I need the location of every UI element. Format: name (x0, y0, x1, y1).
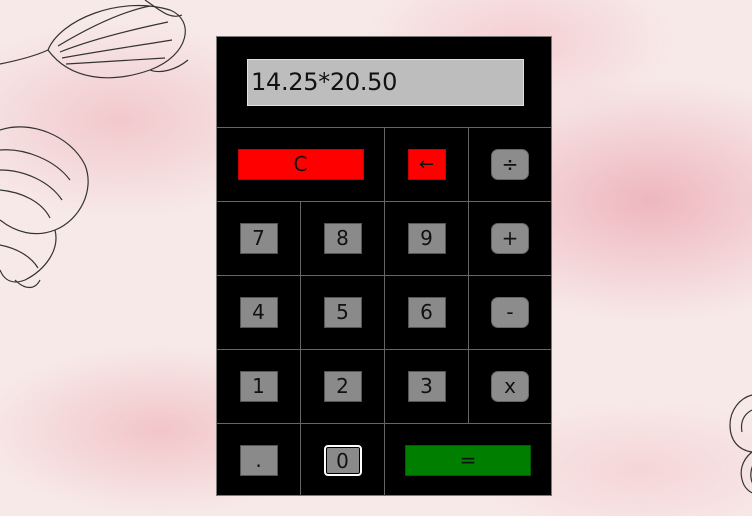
display-area: 14.25*20.50 (217, 37, 551, 128)
backspace-button[interactable]: ← (407, 149, 446, 180)
digit-9-button[interactable]: 9 (407, 223, 446, 254)
keypad-cell: ÷ (469, 128, 551, 202)
keypad-cell: 1 (217, 350, 301, 424)
keypad-cell: 6 (385, 276, 469, 350)
digit-6-button[interactable]: 6 (407, 297, 446, 328)
flower-illustration-bottom-right (729, 394, 752, 494)
clear-button[interactable]: C (237, 149, 364, 180)
keypad-cell: = (385, 424, 551, 496)
keypad-cell: 4 (217, 276, 301, 350)
flower-illustration-top-left (0, 0, 189, 79)
calculator: 14.25*20.50 C ← ÷ 7 8 9 + 4 5 6 - 1 2 3 … (216, 36, 552, 496)
expression-display[interactable]: 14.25*20.50 (247, 59, 524, 106)
keypad-cell: 5 (301, 276, 385, 350)
keypad-cell: - (469, 276, 551, 350)
digit-5-button[interactable]: 5 (323, 297, 362, 328)
keypad-cell: 3 (385, 350, 469, 424)
keypad-cell: . (217, 424, 301, 496)
digit-4-button[interactable]: 4 (239, 297, 278, 328)
add-button[interactable]: + (491, 223, 529, 254)
keypad-cell: 7 (217, 202, 301, 276)
keypad-cell: 9 (385, 202, 469, 276)
digit-2-button[interactable]: 2 (323, 371, 362, 402)
digit-8-button[interactable]: 8 (323, 223, 362, 254)
subtract-button[interactable]: - (491, 297, 529, 328)
digit-1-button[interactable]: 1 (239, 371, 278, 402)
digit-0-button[interactable]: 0 (323, 444, 362, 476)
keypad-cell: C (217, 128, 385, 202)
keypad-cell: + (469, 202, 551, 276)
keypad-cell: ← (385, 128, 469, 202)
multiply-button[interactable]: x (491, 371, 529, 402)
digit-7-button[interactable]: 7 (239, 223, 278, 254)
keypad-cell: 2 (301, 350, 385, 424)
digit-3-button[interactable]: 3 (407, 371, 446, 402)
divide-button[interactable]: ÷ (491, 149, 529, 180)
keypad-cell: 8 (301, 202, 385, 276)
keypad-cell: 0 (301, 424, 385, 496)
keypad-cell: x (469, 350, 551, 424)
flower-illustration-left (0, 126, 89, 289)
decimal-point-button[interactable]: . (239, 444, 278, 476)
equals-button[interactable]: = (405, 444, 531, 476)
keypad: C ← ÷ 7 8 9 + 4 5 6 - 1 2 3 x . 0 = (217, 128, 551, 496)
